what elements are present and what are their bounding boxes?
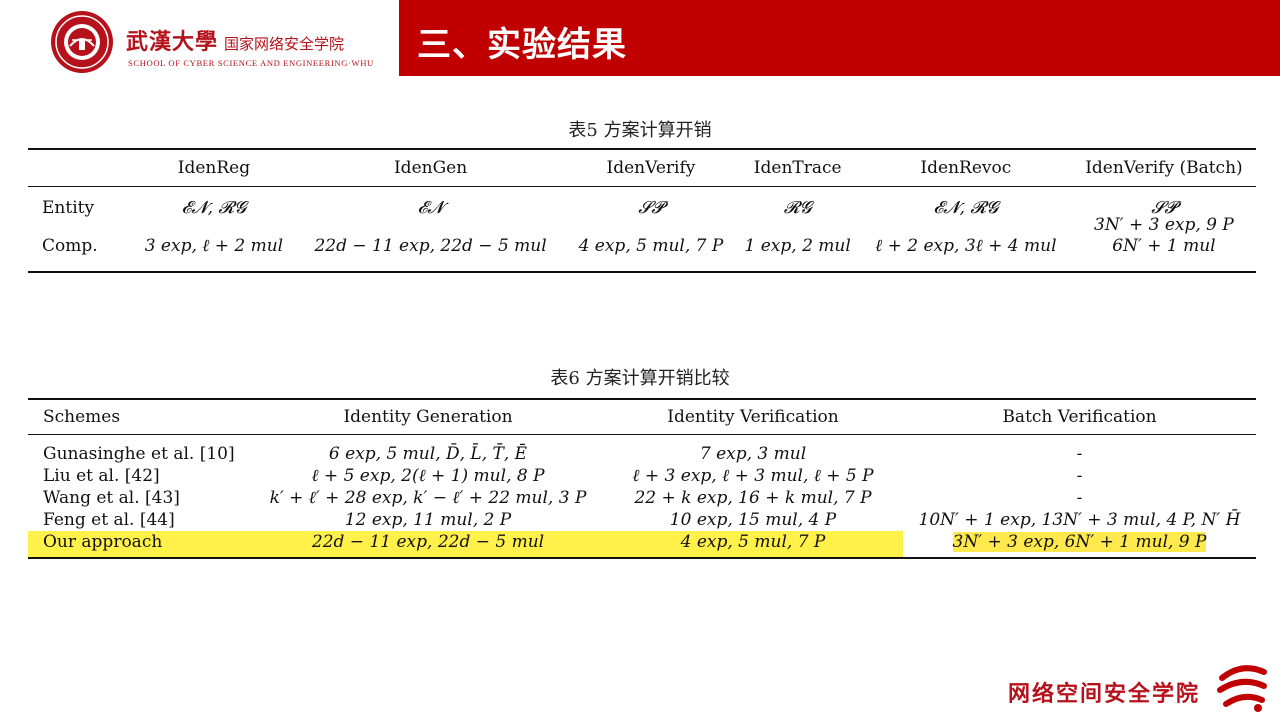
table6-batch: - (1076, 488, 1083, 508)
table5-caption: 表5 方案计算开销 (568, 120, 712, 141)
table6-col-schemes: Schemes (28, 399, 253, 435)
table5-cell: 𝓢𝓟 (638, 198, 664, 218)
table5-col-0 (28, 149, 133, 187)
table6-header-row: Schemes Identity Generation Identity Ver… (28, 399, 1256, 435)
table6-verification: 4 exp, 5 mul, 7 P (603, 531, 903, 558)
table6-generation: 6 exp, 5 mul, D̄, L̄, T̄, Ē (328, 444, 528, 464)
table5-batch-line-2: 6N′ + 1 mul (1112, 236, 1216, 256)
table5-row-label: Entity (42, 198, 95, 218)
school-logo-icon (1217, 665, 1267, 712)
table5-cell: 3 exp, ℓ + 2 mul (144, 236, 284, 256)
section-title-bar: 三、实验结果 (399, 0, 1280, 76)
table5-cell: 𝓔𝓝, 𝓡𝓖 (933, 198, 999, 218)
table6-batch: - (1076, 444, 1083, 464)
table5-col-idenrevoc: IdenRevoc (859, 149, 1072, 187)
table6-generation: k′ + ℓ′ + 28 exp, k′ − ℓ′ + 22 mul, 3 P (269, 488, 587, 508)
footer-school-name: 网络空间安全学院 (1007, 681, 1200, 707)
table5-batch-cell: 3N′ + 3 exp, 9 P 6N′ + 1 mul (1072, 215, 1256, 262)
table6-row: Liu et al. [42] ℓ + 5 exp, 2(ℓ + 1) mul,… (28, 465, 1256, 487)
section-title: 三、实验结果 (417, 25, 627, 65)
table6-batch: 3N′ + 3 exp, 6N′ + 1 mul, 9 P (952, 532, 1207, 552)
table5-cell: 𝓡𝓖 (783, 198, 812, 218)
table5-cell: 4 exp, 5 mul, 7 P (578, 236, 724, 256)
table6-scheme: Feng et al. [44] (43, 510, 175, 530)
table6-scheme: Our approach (28, 531, 253, 558)
university-name: 武漢大學 国家网络安全学院 (126, 29, 345, 55)
table6-col-batch: Batch Verification (903, 399, 1256, 435)
school-english-name: SCHOOL OF CYBER SCIENCE AND ENGINEERING·… (128, 58, 374, 68)
table5-cell: 22d − 11 exp, 22d − 5 mul (314, 236, 547, 256)
university-seal-icon (51, 11, 113, 73)
school-name: 国家网络安全学院 (224, 35, 345, 53)
table5-row-label: Comp. (42, 236, 98, 256)
table5-cell: ℓ + 2 exp, 3ℓ + 4 mul (875, 236, 1057, 256)
table5-col-idenreg: IdenReg (133, 149, 295, 187)
table6-verification: ℓ + 3 exp, ℓ + 3 mul, ℓ + 5 P (632, 466, 874, 486)
table6-batch-cell: 3N′ + 3 exp, 6N′ + 1 mul, 9 P (903, 531, 1256, 558)
table6-batch: 10N′ + 1 exp, 13N′ + 3 mul, 4 P, N′ H̄ (918, 510, 1241, 530)
table6-scheme: Gunasinghe et al. [10] (43, 444, 235, 464)
table6-row: Wang et al. [43] k′ + ℓ′ + 28 exp, k′ − … (28, 487, 1256, 509)
table6-scheme: Wang et al. [43] (43, 488, 180, 508)
table5-row-comp: Comp. 3 exp, ℓ + 2 mul 22d − 11 exp, 22d… (28, 215, 1256, 272)
table5-col-batch: IdenVerify (Batch) (1071, 149, 1256, 187)
table6-generation: 22d − 11 exp, 22d − 5 mul (253, 531, 603, 558)
table6: Schemes Identity Generation Identity Ver… (28, 398, 1256, 559)
table6-verification: 7 exp, 3 mul (699, 444, 807, 464)
table5-header-row: IdenReg IdenGen IdenVerify IdenTrace Ide… (28, 149, 1256, 187)
table6-batch: - (1076, 466, 1083, 486)
table5-col-idenverify: IdenVerify (566, 149, 736, 187)
table6-verification: 10 exp, 15 mul, 4 P (669, 510, 837, 530)
table6-generation: 12 exp, 11 mul, 2 P (344, 510, 512, 530)
table6-col-generation: Identity Generation (253, 399, 603, 435)
table6-col-verification: Identity Verification (603, 399, 903, 435)
table5-batch-line-1: 3N′ + 3 exp, 9 P (1094, 215, 1234, 235)
table5-col-idengen: IdenGen (294, 149, 567, 187)
table5-cell: 𝓔𝓝 (417, 198, 444, 218)
university-logo-area: 武漢大學 国家网络安全学院 SCHOOL OF CYBER SCIENCE AND… (50, 8, 395, 76)
table5: IdenReg IdenGen IdenVerify IdenTrace Ide… (28, 148, 1256, 273)
table6-verification: 22 + k exp, 16 + k mul, 7 P (634, 488, 872, 508)
table6-caption: 表6 方案计算开销比较 (550, 368, 730, 389)
table6-scheme: Liu et al. [42] (43, 466, 160, 486)
table6-row: Feng et al. [44] 12 exp, 11 mul, 2 P 10 … (28, 509, 1256, 531)
table5-cell: 𝓔𝓝, 𝓡𝓖 (181, 198, 247, 218)
table5-col-identrace: IdenTrace (735, 149, 860, 187)
table6-row: Gunasinghe et al. [10] 6 exp, 5 mul, D̄,… (28, 435, 1256, 466)
table6-generation: ℓ + 5 exp, 2(ℓ + 1) mul, 8 P (311, 466, 545, 486)
table6-row-highlighted: Our approach 22d − 11 exp, 22d − 5 mul 4… (28, 531, 1256, 558)
table5-cell: 1 exp, 2 mul (744, 236, 851, 256)
